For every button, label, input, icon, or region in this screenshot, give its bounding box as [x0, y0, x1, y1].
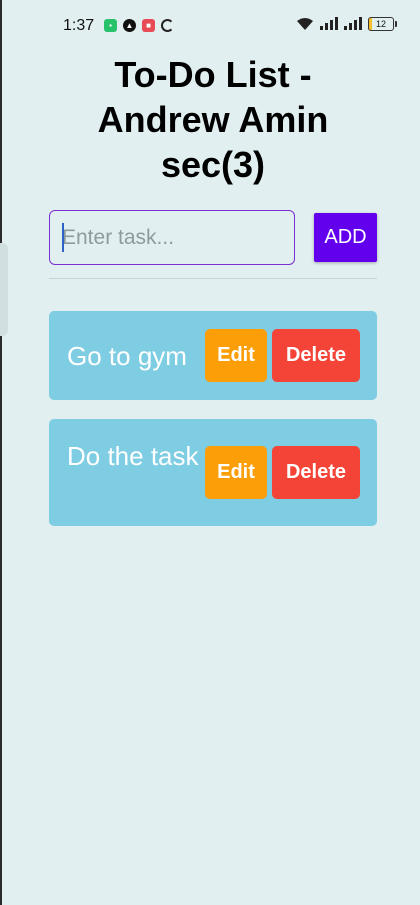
page-title: To-Do List - Andrew Amin sec(3): [0, 52, 420, 187]
task-text: Do the task: [67, 441, 199, 471]
status-time: 1:37: [63, 17, 95, 34]
battery-icon: 12: [368, 17, 397, 31]
status-bar: 1:37 ▪ ▲ ■ 12: [0, 0, 420, 52]
divider: [49, 278, 377, 279]
task-item: Go to gym Edit Delete: [49, 311, 377, 400]
loading-ring-icon: [161, 19, 174, 32]
delete-task-button[interactable]: Delete: [272, 329, 360, 382]
app-black-icon: ▲: [123, 19, 136, 32]
system-status-icons: 12: [296, 17, 397, 31]
page-title-line: sec(3): [160, 144, 266, 185]
signal-icon: [344, 17, 362, 30]
delete-task-button[interactable]: Delete: [272, 446, 360, 499]
edit-task-button[interactable]: Edit: [205, 329, 267, 382]
task-item: Do the task Edit Delete: [49, 419, 377, 526]
task-text: Go to gym: [67, 341, 187, 371]
app-red-icon: ■: [142, 19, 155, 32]
text-cursor: [62, 223, 64, 252]
task-input[interactable]: [49, 210, 295, 265]
side-panel-handle[interactable]: [0, 243, 8, 336]
page-title-line: Andrew Amin: [97, 99, 329, 140]
edit-task-button[interactable]: Edit: [205, 446, 267, 499]
app-green-icon: ▪: [104, 19, 117, 32]
battery-level: 12: [375, 19, 386, 29]
add-task-button[interactable]: ADD: [314, 213, 377, 262]
wifi-icon: [297, 18, 313, 30]
notification-icons: ▪ ▲ ■: [104, 19, 174, 32]
page-title-line: To-Do List -: [114, 54, 312, 95]
signal-icon: [320, 17, 338, 30]
